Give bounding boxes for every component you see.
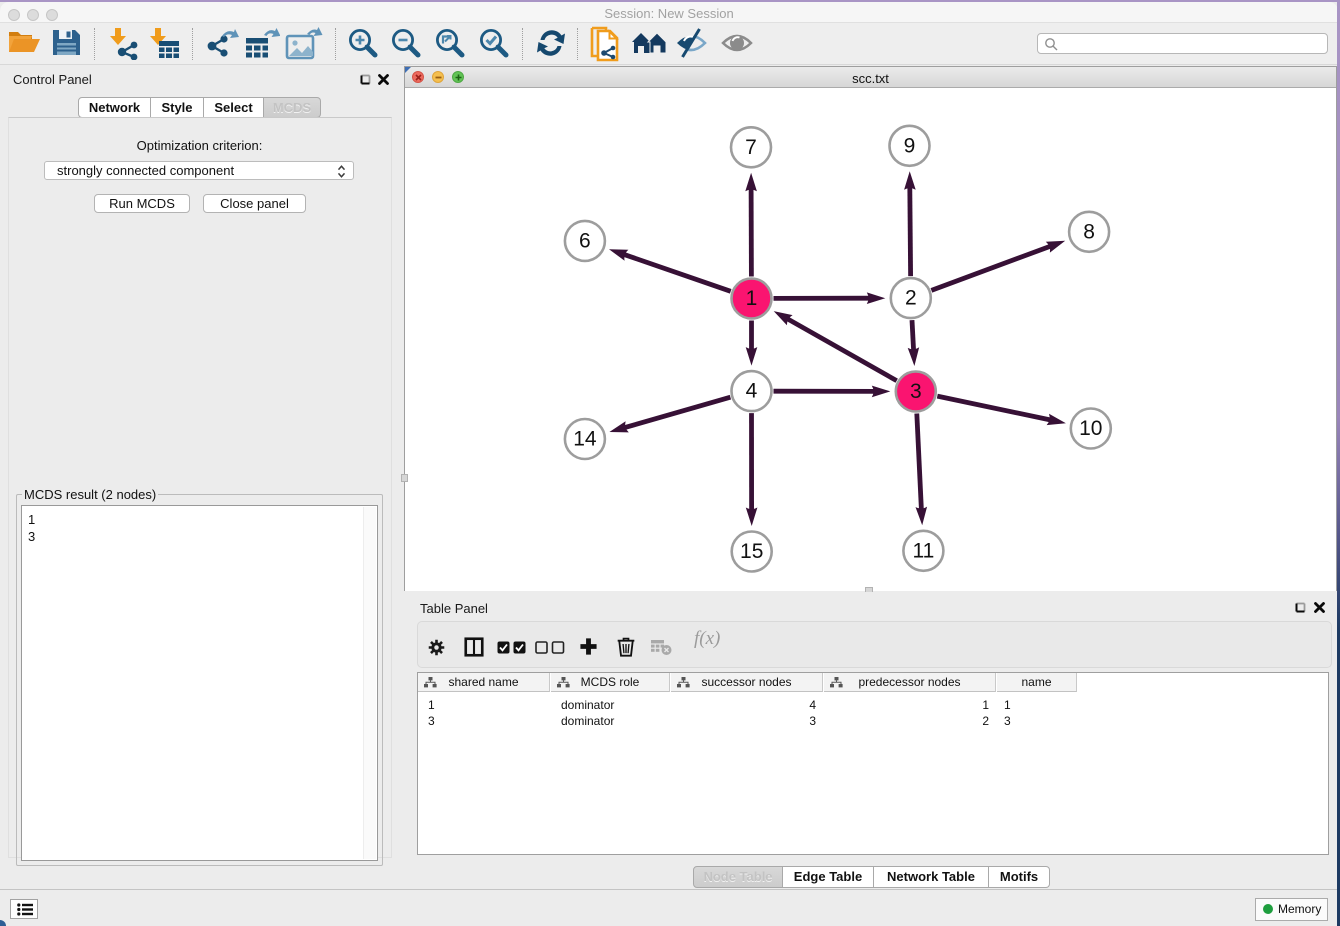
svg-text:2: 2 [905, 287, 917, 310]
svg-text:7: 7 [745, 136, 757, 159]
svg-text:14: 14 [573, 428, 597, 451]
svg-text:9: 9 [904, 134, 916, 157]
svg-text:1: 1 [746, 287, 758, 310]
svg-text:3: 3 [910, 380, 922, 403]
svg-text:15: 15 [740, 540, 763, 563]
svg-text:8: 8 [1083, 220, 1095, 243]
svg-text:6: 6 [579, 229, 591, 252]
svg-text:10: 10 [1079, 417, 1102, 440]
svg-text:11: 11 [912, 539, 934, 562]
svg-text:4: 4 [746, 380, 758, 403]
